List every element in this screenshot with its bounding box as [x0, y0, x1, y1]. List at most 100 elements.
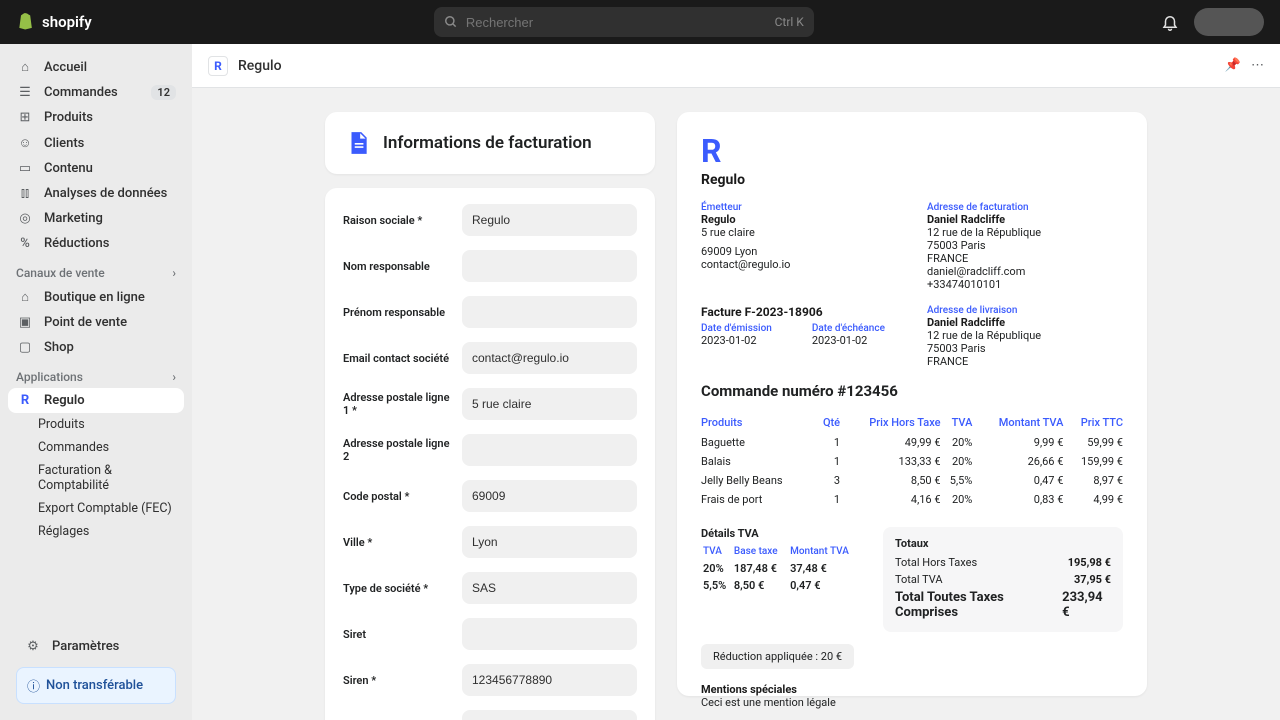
nav-label: Paramètres — [52, 639, 119, 654]
percent-icon: % — [16, 236, 34, 251]
app-regulo[interactable]: RRegulo — [8, 388, 184, 413]
chevron-right-icon[interactable]: › — [172, 370, 176, 384]
emitter-line: 5 rue claire — [701, 226, 897, 239]
bag-icon: ▢ — [16, 340, 34, 355]
nav-label: Analyses de données — [44, 186, 167, 201]
notifications-button[interactable] — [1156, 8, 1184, 36]
input-company[interactable] — [462, 204, 637, 236]
page-header: R Regulo 📌 ⋯ — [192, 44, 1280, 88]
nav-label: Marketing — [44, 211, 103, 226]
label-type: Type de société * — [343, 582, 452, 595]
app-icon: R — [16, 393, 34, 408]
nav-label: Accueil — [44, 60, 87, 75]
nav-label: Point de vente — [44, 315, 127, 330]
label-company: Raison sociale * — [343, 214, 452, 227]
label-city: Ville * — [343, 536, 452, 549]
brand-text: shopify — [42, 13, 92, 31]
bill-name: Daniel Radcliffe — [927, 213, 1123, 226]
table-row: Baguette149,99 €20%9,99 €59,99 € — [701, 433, 1123, 452]
totals-box: Totaux Total Hors Taxes195,98 € Total TV… — [883, 527, 1123, 632]
nav-content[interactable]: ▭Contenu — [8, 156, 184, 181]
more-icon[interactable]: ⋯ — [1251, 58, 1264, 73]
app-sub-orders[interactable]: Commandes — [8, 436, 184, 459]
account-menu[interactable] — [1194, 8, 1264, 36]
input-addr2[interactable] — [462, 434, 637, 466]
pos-icon: ▣ — [16, 315, 34, 330]
input-siret[interactable] — [462, 618, 637, 650]
nav-discounts[interactable]: %Réductions — [8, 231, 184, 256]
app-sub-billing[interactable]: Facturation & Comptabilité — [8, 459, 184, 497]
emitter-line: contact@regulo.io — [701, 258, 897, 271]
target-icon: ◎ — [16, 211, 34, 226]
input-addr1[interactable] — [462, 388, 637, 420]
invoice-brand: Regulo — [701, 172, 745, 188]
tva-col-rate: TVA — [703, 546, 732, 559]
app-sub-settings[interactable]: Réglages — [8, 520, 184, 543]
search-bar[interactable]: Ctrl K — [434, 7, 814, 37]
emitter-name: Regulo — [701, 213, 897, 226]
orders-badge: 12 — [151, 85, 176, 100]
ship-line: FRANCE — [927, 355, 1123, 368]
label-addr2: Adresse postale ligne 2 — [343, 437, 452, 463]
ship-label: Adresse de livraison — [927, 305, 1123, 316]
brand-logo[interactable]: shopify — [16, 12, 92, 32]
input-email[interactable] — [462, 342, 637, 374]
totals-title: Totaux — [895, 537, 1111, 550]
input-vat[interactable] — [462, 710, 637, 720]
app-badge-icon: R — [208, 56, 228, 76]
nav-orders[interactable]: ☰Commandes12 — [8, 80, 184, 105]
input-zip[interactable] — [462, 480, 637, 512]
nav-settings[interactable]: ⚙Paramètres — [16, 634, 176, 659]
chevron-right-icon[interactable]: › — [172, 266, 176, 280]
due-value: 2023-01-02 — [812, 334, 885, 347]
main: R Regulo 📌 ⋯ Informations de facturation… — [192, 44, 1280, 720]
shopify-icon — [16, 12, 36, 32]
input-city[interactable] — [462, 526, 637, 558]
channel-online[interactable]: ⌂Boutique en ligne — [8, 284, 184, 310]
input-type[interactable] — [462, 572, 637, 604]
transfer-banner: ⓘNon transférable — [16, 667, 176, 704]
col-qty: Qté — [816, 412, 840, 433]
input-siren[interactable] — [462, 664, 637, 696]
table-row: 5,5%8,50 €0,47 € — [703, 578, 863, 593]
label-lname: Nom responsable — [343, 260, 452, 273]
emitter-line: 69009 Lyon — [701, 245, 897, 258]
channels-header: Canaux de vente› — [8, 256, 184, 284]
nav-products[interactable]: ⊞Produits — [8, 105, 184, 130]
ship-line: 12 rue de la République — [927, 329, 1123, 342]
search-input[interactable] — [466, 15, 767, 30]
channel-shop[interactable]: ▢ Shop — [8, 335, 184, 360]
line-items-table: Produits Qté Prix Hors Taxe TVA Montant … — [701, 412, 1123, 509]
content-icon: ▭ — [16, 161, 34, 176]
apps-header: Applications› — [8, 360, 184, 388]
nav-analytics[interactable]: ⫾⫾Analyses de données — [8, 181, 184, 206]
input-fname[interactable] — [462, 296, 637, 328]
topbar: shopify Ctrl K — [0, 0, 1280, 44]
total-ht: 195,98 € — [1068, 556, 1111, 569]
discount-chip: Réduction appliquée : 20 € — [701, 644, 854, 669]
pin-icon[interactable]: 📌 — [1225, 58, 1241, 73]
table-row: Balais1133,33 €20%26,66 €159,99 € — [701, 452, 1123, 471]
banner-text: Non transférable — [46, 678, 143, 693]
nav-marketing[interactable]: ◎ Marketing — [8, 206, 184, 231]
app-sub-products[interactable]: Produits — [8, 413, 184, 436]
nav-home[interactable]: ⌂Accueil — [8, 54, 184, 80]
ship-name: Daniel Radcliffe — [927, 316, 1123, 329]
bill-line: 12 rue de la République — [927, 226, 1123, 239]
tva-title: Détails TVA — [701, 527, 865, 540]
bell-icon — [1161, 13, 1179, 31]
form-title: Informations de facturation — [383, 133, 592, 153]
nav-label: Shop — [44, 340, 74, 355]
channel-pos[interactable]: ▣ Point de vente — [8, 310, 184, 335]
total-tva: 37,95 € — [1074, 573, 1111, 586]
col-tva: TVA — [941, 412, 973, 433]
order-title: Commande numéro #123456 — [701, 382, 1123, 400]
table-row: Jelly Belly Beans38,50 €5,5%0,47 €8,97 € — [701, 471, 1123, 490]
issued-value: 2023-01-02 — [701, 334, 772, 347]
app-sub-export[interactable]: Export Comptable (FEC) — [8, 497, 184, 520]
col-amt: Montant TVA — [972, 412, 1063, 433]
col-prod: Produits — [701, 412, 816, 433]
input-lname[interactable] — [462, 250, 637, 282]
table-row: 20%187,48 €37,48 € — [703, 561, 863, 576]
nav-customers[interactable]: ☺Clients — [8, 130, 184, 156]
